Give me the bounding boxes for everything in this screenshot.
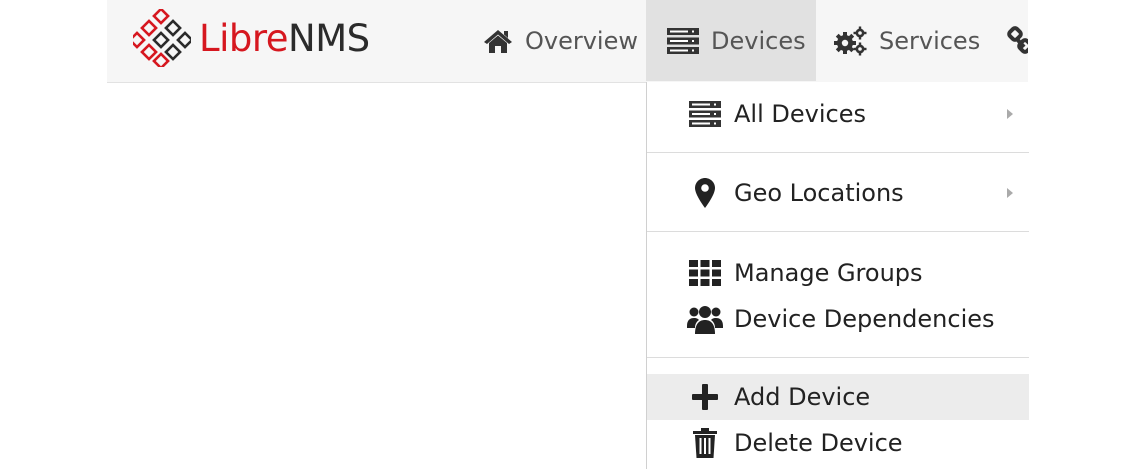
- top-navbar: LibreNMS Overview Devices Services: [107, 0, 1028, 83]
- menu-divider: [647, 357, 1029, 358]
- users-icon: [687, 304, 723, 334]
- trash-icon: [687, 428, 723, 458]
- nav-devices-label: Devices: [711, 26, 806, 55]
- nav-ports[interactable]: [1006, 0, 1028, 81]
- menu-item-add-device[interactable]: Add Device: [647, 374, 1029, 420]
- plus-icon: [687, 384, 723, 410]
- menu-item-label: Delete Device: [734, 429, 903, 457]
- devices-dropdown-menu: All Devices Geo Locations Manage Groups: [646, 82, 1029, 469]
- menu-item-label: All Devices: [734, 100, 866, 128]
- menu-item-delete-device[interactable]: Delete Device: [647, 420, 1029, 466]
- librenms-logo-icon: [133, 9, 191, 67]
- logo-text-libre: Libre: [199, 16, 289, 60]
- nav-overview[interactable]: Overview: [483, 0, 638, 81]
- menu-item-device-dependencies[interactable]: Device Dependencies: [647, 296, 1029, 342]
- plug-icon: [1006, 25, 1028, 56]
- cogs-icon: [833, 26, 867, 56]
- librenms-logo[interactable]: LibreNMS: [133, 8, 370, 68]
- server-icon: [687, 101, 723, 127]
- server-icon: [667, 27, 699, 54]
- submenu-caret-icon: [1007, 109, 1013, 119]
- grid-icon: [687, 260, 723, 286]
- menu-item-label: Manage Groups: [734, 259, 923, 287]
- home-icon: [483, 28, 513, 54]
- logo-text-nms: NMS: [288, 16, 370, 60]
- map-marker-icon: [687, 178, 723, 208]
- nav-services[interactable]: Services: [833, 0, 980, 81]
- menu-item-all-devices[interactable]: All Devices: [647, 91, 1029, 137]
- menu-item-geo-locations[interactable]: Geo Locations: [647, 170, 1029, 216]
- logo-wordmark: LibreNMS: [199, 20, 370, 57]
- submenu-caret-icon: [1007, 188, 1013, 198]
- menu-item-label: Device Dependencies: [734, 305, 995, 333]
- nav-services-label: Services: [879, 26, 981, 55]
- menu-item-manage-groups[interactable]: Manage Groups: [647, 250, 1029, 296]
- menu-item-label: Add Device: [734, 383, 871, 411]
- menu-divider: [647, 231, 1029, 232]
- nav-overview-label: Overview: [525, 26, 638, 55]
- nav-devices[interactable]: Devices: [646, 0, 816, 81]
- menu-divider: [647, 152, 1029, 153]
- menu-item-label: Geo Locations: [734, 179, 904, 207]
